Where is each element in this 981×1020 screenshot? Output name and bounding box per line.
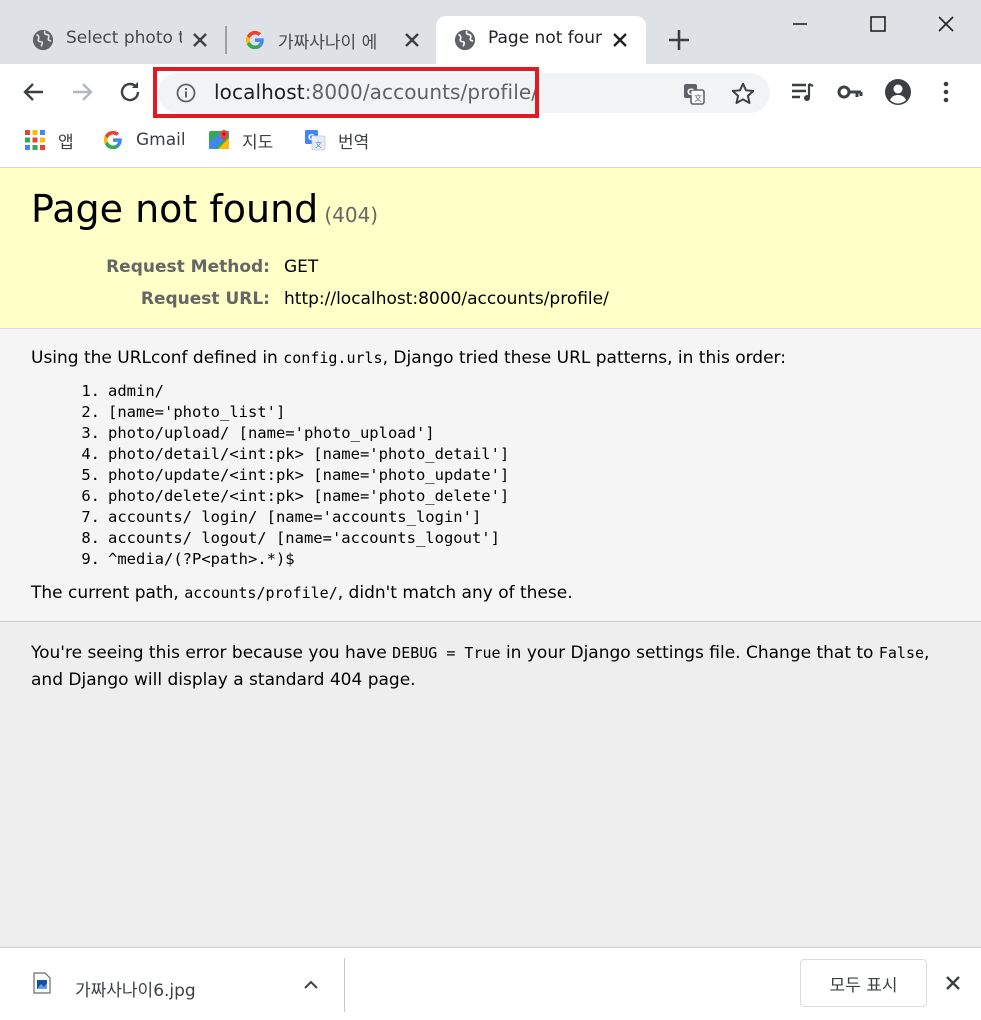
reading-list-icon[interactable] (788, 78, 816, 106)
google-icon (103, 130, 122, 150)
close-window-button[interactable] (932, 10, 960, 38)
request-url-value: http://localhost:8000/accounts/profile/ (284, 289, 609, 309)
tab-title: Select photo t (66, 28, 182, 48)
bookmark-maps[interactable]: 지도 (208, 126, 273, 154)
apps-grid-icon (25, 130, 45, 150)
google-icon (245, 30, 264, 50)
image-file-icon (33, 972, 51, 994)
globe-icon (32, 29, 54, 51)
url-pattern: 8. accounts/ logout/ [name='accounts_logo… (81, 529, 500, 547)
tab-google-search[interactable]: 가짜사나이 에 (226, 16, 436, 64)
bookmark-label: 번역 (338, 132, 370, 153)
maps-icon (209, 130, 229, 149)
url-pattern: 5. photo/update/<int:pk> [name='photo_upd… (81, 466, 510, 484)
download-file-name[interactable]: 가짜사나이6.jpg (75, 976, 196, 1001)
svg-text:G: G (308, 133, 315, 142)
bookmark-label: Gmail (136, 130, 186, 150)
show-all-button[interactable]: 모두 표시 (800, 959, 927, 1007)
translate-icon[interactable]: G文 (682, 82, 706, 106)
url-pattern: 3. photo/upload/ [name='photo_upload'] (81, 424, 435, 442)
menu-icon[interactable] (932, 78, 960, 106)
close-icon[interactable] (190, 30, 210, 50)
false-code: False (878, 644, 925, 662)
bookmark-label: 지도 (242, 132, 274, 153)
reload-button[interactable] (116, 78, 144, 106)
tab-strip: Select photo t 가짜사나이 에 Page not foun (0, 0, 981, 64)
bookmark-gmail[interactable]: Gmail (102, 126, 186, 154)
current-path-text-end: , didn't match any of these. (337, 583, 573, 603)
debug-explanation: You're seeing this error because you hav… (0, 622, 981, 948)
forward-button[interactable] (68, 78, 96, 106)
svg-text:文: 文 (315, 140, 322, 149)
debug-code: DEBUG = True (392, 644, 501, 662)
download-divider (344, 958, 345, 1012)
maximize-button[interactable] (864, 10, 892, 38)
request-url-label: Request URL: (140, 289, 270, 309)
close-icon[interactable] (610, 30, 630, 50)
urlconf-code: config.urls (283, 349, 383, 367)
back-button[interactable] (20, 78, 48, 106)
error-summary: Page not found (404) Request Method: GET … (0, 168, 981, 329)
key-icon[interactable] (836, 78, 864, 106)
url-pattern: 4. photo/detail/<int:pk> [name='photo_det… (81, 445, 510, 463)
request-method-value: GET (284, 257, 319, 277)
url-pattern: 9. ^media/(?P<path>.*)$ (81, 550, 295, 568)
current-path-code: accounts/profile/ (184, 584, 338, 602)
tab-title: Page not foun (488, 28, 602, 48)
globe-icon (454, 29, 476, 51)
intro-text-end: , Django tried these URL patterns, in th… (382, 348, 786, 368)
bookmark-label: 앱 (58, 132, 74, 153)
page-title-text: Page not found (31, 187, 319, 231)
current-path-text: The current path, (31, 583, 185, 603)
bookmark-apps[interactable]: 앱 (24, 126, 74, 154)
chevron-up-icon[interactable] (300, 974, 322, 996)
tab-select-photo[interactable]: Select photo t (0, 16, 226, 64)
url-highlight-box (153, 67, 539, 118)
url-patterns-info: Using the URLconf defined in config.urls… (0, 329, 981, 622)
url-pattern: 1. admin/ (81, 382, 164, 400)
star-icon[interactable] (730, 81, 756, 107)
close-icon[interactable] (402, 30, 422, 50)
url-pattern: 6. photo/delete/<int:pk> [name='photo_del… (81, 487, 510, 505)
translate-icon: G 文 (305, 130, 326, 151)
url-pattern: 7. accounts/ login/ [name='accounts_login… (81, 508, 482, 526)
close-icon[interactable] (942, 972, 964, 994)
status-code: (404) (324, 203, 379, 227)
tab-title: 가짜사나이 에 (278, 33, 378, 53)
page-title: Page not found (404) (31, 187, 378, 231)
svg-text:文: 文 (694, 93, 702, 103)
current-path-line: The current path, accounts/profile/, did… (31, 583, 573, 603)
url-pattern: 2. [name='photo_list'] (81, 403, 286, 421)
profile-avatar-icon[interactable] (884, 78, 912, 106)
intro-text: Using the URLconf defined in (31, 348, 284, 368)
new-tab-button[interactable] (666, 27, 692, 53)
bookmarks-bar: 앱 Gmail 지도 G 文 번역 (0, 120, 981, 168)
urlconf-intro: Using the URLconf defined in config.urls… (31, 348, 786, 368)
minimize-button[interactable] (786, 10, 814, 38)
request-method-label: Request Method: (106, 257, 270, 277)
explanation-text: You're seeing this error because you hav… (31, 643, 930, 690)
url-pattern-list: 1. admin/ 2. [name='photo_list'] 3. photo/u… (81, 381, 510, 570)
tab-page-not-found[interactable]: Page not foun (436, 16, 646, 64)
bookmark-translate[interactable]: G 文 번역 (304, 126, 369, 154)
download-bar: 가짜사나이6.jpg 모두 표시 (0, 947, 981, 1020)
